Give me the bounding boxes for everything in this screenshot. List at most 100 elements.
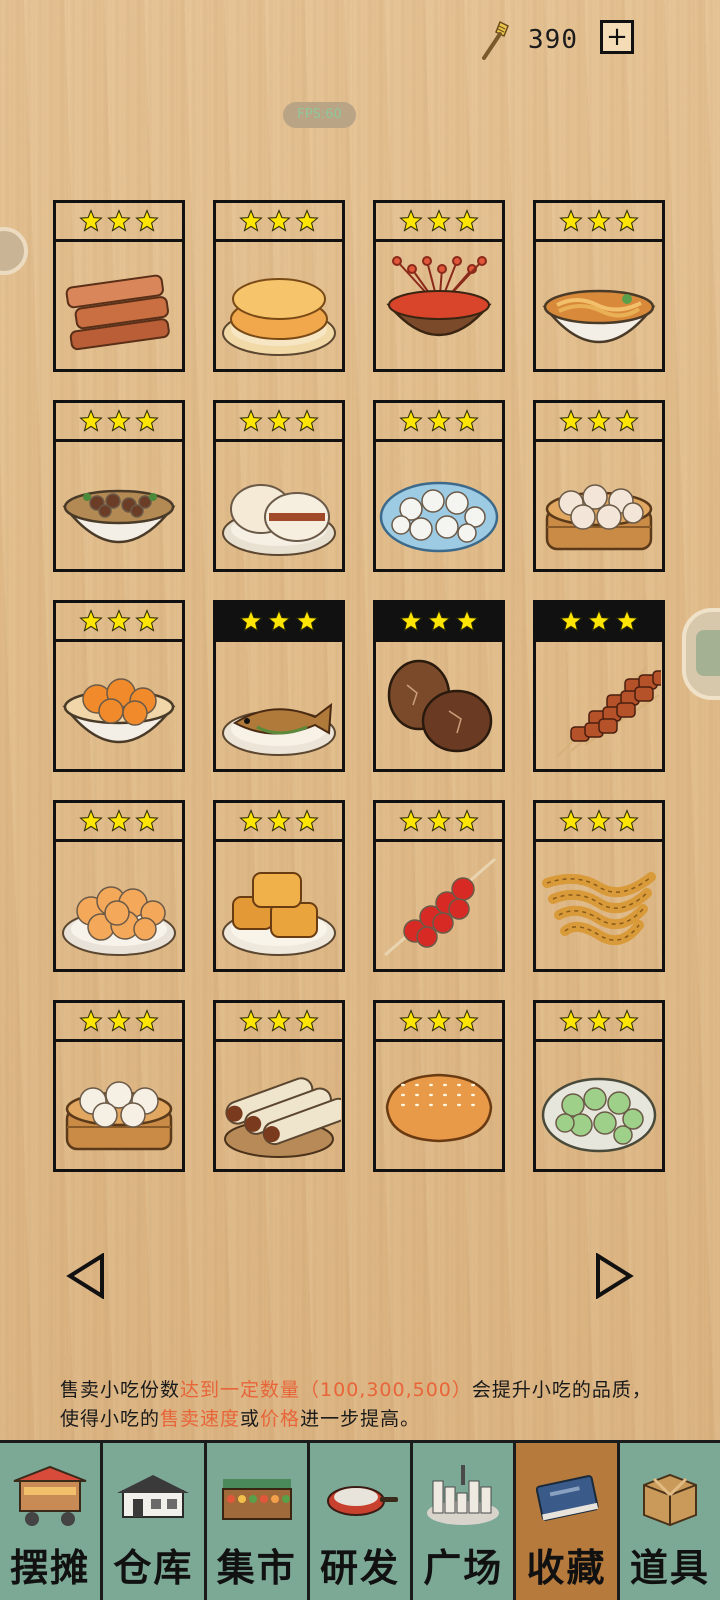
market-stall-icon (221, 1479, 292, 1520)
star-icon (399, 1009, 423, 1032)
desc-highlight-speed: 售卖速度 (160, 1408, 241, 1430)
food-image (56, 842, 182, 969)
collection-card-soup-dumplings[interactable] (533, 400, 665, 572)
star-icon (455, 409, 479, 432)
gua-bao-icon (222, 483, 336, 556)
collection-card-sesame-bread[interactable] (373, 1000, 505, 1172)
soup-dumplings-icon (545, 483, 653, 550)
star-icon (559, 609, 583, 632)
star-icon (239, 209, 263, 232)
collection-card-fried-chicken[interactable] (53, 600, 185, 772)
star-icon (107, 1009, 131, 1032)
star-icon (267, 609, 291, 632)
tab-label: 研发 (319, 1545, 400, 1590)
star-icon (267, 409, 291, 432)
tanghulu-icon (384, 857, 496, 956)
star-rating (536, 1003, 662, 1042)
star-rating (56, 403, 182, 442)
tab-frying-pan[interactable]: 研发 (309, 1440, 414, 1600)
green-rice-balls-icon (541, 1077, 657, 1152)
triangle-right-icon[interactable] (594, 1253, 634, 1299)
star-rating (56, 203, 182, 242)
star-rating (216, 803, 342, 842)
collection-card-skewer-hotpot[interactable] (373, 200, 505, 372)
star-icon (615, 409, 639, 432)
star-rating (376, 603, 502, 642)
collection-card-braised-fish[interactable] (213, 600, 345, 772)
star-icon (455, 609, 479, 632)
star-icon (455, 809, 479, 832)
collection-card-beef-soup[interactable] (53, 400, 185, 572)
tab-box[interactable]: 道具 (619, 1440, 720, 1600)
star-icon (559, 409, 583, 432)
star-icon (79, 409, 103, 432)
collection-card-fish-balls[interactable] (373, 400, 505, 572)
food-image (56, 642, 182, 769)
desc-part4: 进一步提高。 (300, 1408, 421, 1430)
side-right-icon (696, 630, 720, 676)
food-image (536, 242, 662, 369)
tab-city-plaza[interactable]: 广场 (413, 1440, 517, 1600)
star-icon (295, 409, 319, 432)
frying-pan-icon (326, 1486, 398, 1516)
collection-card-tea-eggs[interactable] (373, 600, 505, 772)
star-icon (455, 209, 479, 232)
food-image (216, 842, 342, 969)
tab-market-stall[interactable]: 集市 (206, 1440, 310, 1600)
food-cart-icon (13, 1465, 87, 1526)
collection-grid (53, 200, 667, 1172)
star-rating (56, 603, 182, 642)
collection-card-fried-twists[interactable] (533, 800, 665, 972)
star-rating (536, 403, 662, 442)
tab-food-cart[interactable]: 摆摊 (0, 1440, 104, 1600)
potato-chips-icon (62, 885, 176, 956)
collection-card-steamed-buns[interactable] (53, 1000, 185, 1172)
collection-card-noodle-bowl[interactable] (533, 200, 665, 372)
star-icon (399, 409, 423, 432)
collection-card-green-rice-balls[interactable] (533, 1000, 665, 1172)
skewer-hotpot-icon (386, 255, 492, 336)
side-left-button[interactable] (0, 227, 28, 275)
star-icon (267, 209, 291, 232)
food-image (376, 842, 502, 969)
star-rating (216, 1003, 342, 1042)
steamed-buns-icon (65, 1080, 173, 1150)
box-icon (642, 1473, 697, 1527)
star-rating (216, 603, 342, 642)
city-plaza-icon (427, 1465, 500, 1525)
add-coins-button[interactable]: + (600, 20, 634, 54)
tab-book[interactable]: 收藏 (516, 1440, 620, 1600)
star-icon (79, 209, 103, 232)
collection-card-pancakes[interactable] (213, 200, 345, 372)
star-icon (615, 1009, 639, 1032)
sesame-bread-icon (385, 1073, 493, 1142)
collection-card-fried-tofu[interactable] (213, 800, 345, 972)
collection-card-tanghulu[interactable] (373, 800, 505, 972)
tab-warehouse[interactable]: 仓库 (103, 1440, 207, 1600)
star-icon (239, 409, 263, 432)
star-icon (239, 809, 263, 832)
braised-fish-icon (222, 702, 336, 756)
collection-card-rolls[interactable] (213, 1000, 345, 1172)
star-icon (135, 1009, 159, 1032)
desc-part3: 或 (240, 1408, 261, 1430)
side-right-button[interactable] (682, 608, 720, 700)
star-icon (427, 609, 451, 632)
star-icon (587, 409, 611, 432)
star-rating (536, 803, 662, 842)
collection-card-potato-chips[interactable] (53, 800, 185, 972)
food-image (56, 242, 182, 369)
collection-card-fried-dough-strips[interactable] (53, 200, 185, 372)
fps-badge: FPS:60 (283, 102, 356, 128)
triangle-left-icon[interactable] (66, 1253, 106, 1299)
tab-label: 仓库 (113, 1545, 194, 1590)
coin-count: 390 (528, 25, 578, 55)
description-text: 售卖小吃份数达到一定数量（100,300,500）会提升小吃的品质，使得小吃的售… (60, 1376, 660, 1434)
star-rating (216, 203, 342, 242)
food-image (376, 1042, 502, 1169)
star-rating (56, 803, 182, 842)
star-icon (267, 1009, 291, 1032)
noodle-bowl-icon (542, 289, 656, 343)
collection-card-gua-bao[interactable] (213, 400, 345, 572)
collection-card-meat-skewers[interactable] (533, 600, 665, 772)
